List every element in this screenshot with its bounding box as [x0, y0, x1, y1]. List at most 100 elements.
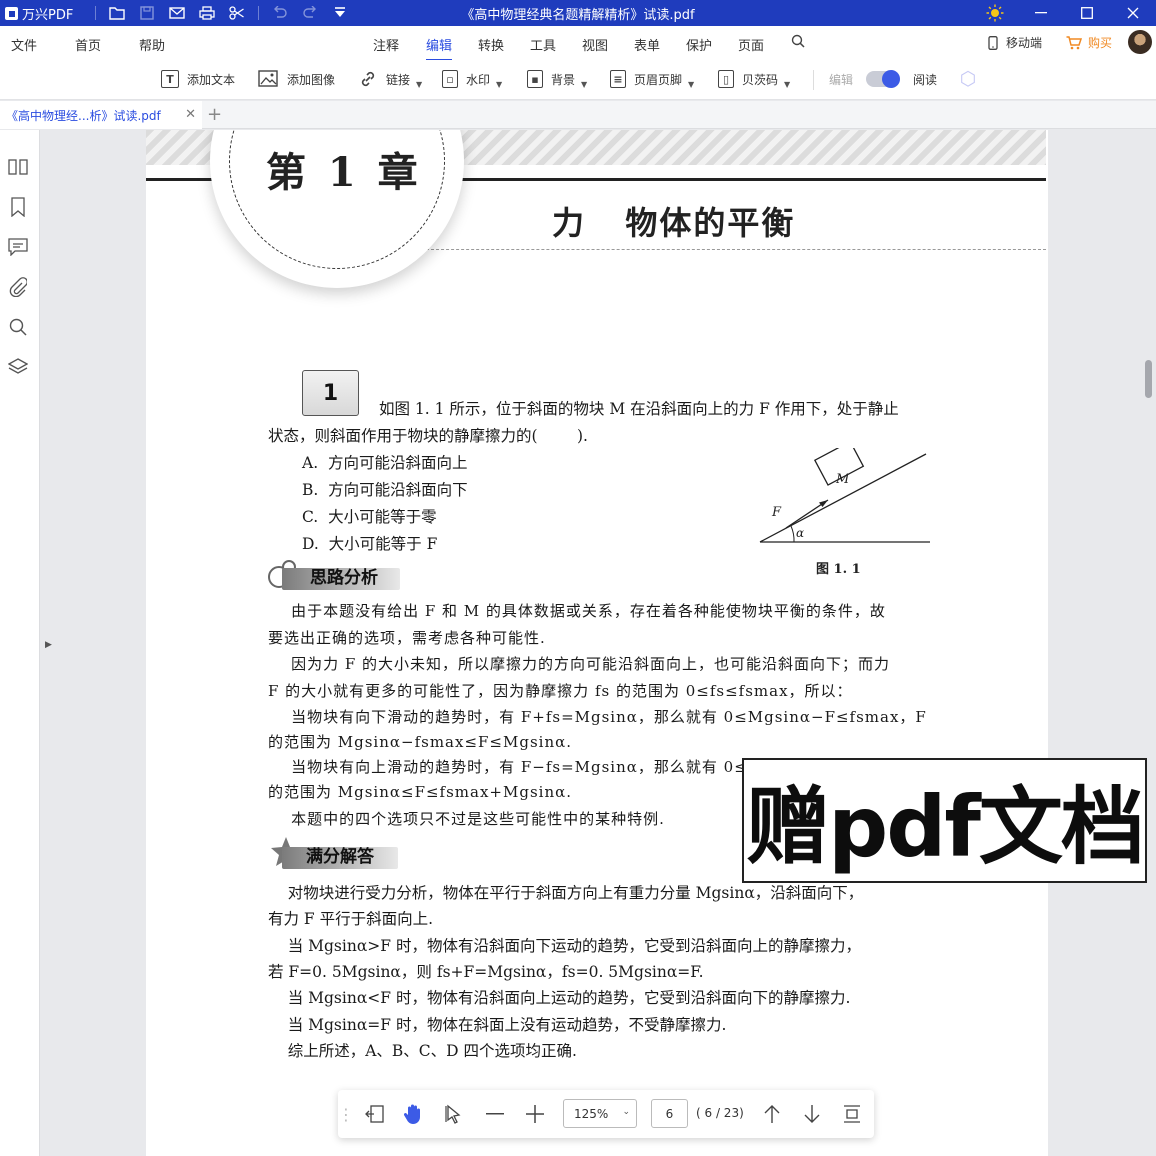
link-icon — [361, 71, 375, 87]
watermark-button[interactable]: ▫ 水印 ▼ — [442, 70, 502, 89]
chapter-label: 第 1 章 — [266, 149, 422, 196]
bottom-navigation: ⋮ 125% ⌄ 6 ( 6 / 23) — [338, 1090, 874, 1138]
header-footer-dropdown-icon[interactable]: ▼ — [688, 80, 694, 89]
buy-button[interactable]: 购买 — [1066, 34, 1112, 51]
layers-icon[interactable] — [7, 356, 29, 378]
analysis-line-4: F 的大小就有更多的可能性了，因为静摩擦力 fs 的范围为 0≤fs≤fsmax… — [268, 682, 853, 700]
nav-drag-handle-icon[interactable]: ⋮ — [338, 1100, 354, 1128]
zoom-in-icon[interactable] — [522, 1100, 548, 1128]
header-footer-label: 页眉页脚 — [634, 72, 683, 87]
add-text-label: 添加文本 — [187, 72, 236, 87]
menu-form[interactable]: 表单 — [634, 35, 660, 54]
menu-protect[interactable]: 保护 — [686, 35, 712, 54]
menu-search-icon[interactable] — [791, 34, 805, 52]
hand-tool-icon[interactable] — [400, 1100, 426, 1128]
answer-heading-label: 满分解答 — [306, 846, 374, 867]
header-footer-button[interactable]: ≡ 页眉页脚 ▼ — [610, 70, 694, 89]
plugin-hexagon-icon[interactable]: ⬡ — [958, 69, 978, 89]
menu-annotate[interactable]: 注释 — [373, 35, 399, 54]
answer-line-1: 对物块进行受力分析，物体在平行于斜面方向上有重力分量 Mgsinα，沿斜面向下， — [268, 884, 864, 902]
tab-close-icon[interactable]: ✕ — [185, 107, 196, 122]
vertical-scrollbar[interactable] — [1145, 360, 1152, 398]
search-icon[interactable] — [7, 316, 29, 338]
answer-heading: 满分解答 — [268, 841, 398, 869]
menu-tools[interactable]: 工具 — [530, 35, 556, 54]
zoom-value: 125% — [574, 1106, 609, 1121]
close-button[interactable] — [1110, 0, 1156, 26]
pdf-page: 第 1 章 力 物体的平衡 1 如图 1. 1 所示，位于斜面的物块 M 在沿斜… — [146, 130, 1048, 1156]
watermark-overlay: 赠pdf文档 — [742, 758, 1147, 883]
previous-page-icon[interactable] — [759, 1100, 785, 1128]
bates-button[interactable]: ▯ 贝茨码 ▼ — [718, 70, 790, 89]
next-page-icon[interactable] — [799, 1100, 825, 1128]
menu-view[interactable]: 视图 — [582, 35, 608, 54]
question-line-2: 状态，则斜面作用于物块的静摩擦力的( ). — [268, 427, 588, 445]
add-image-button[interactable]: 添加图像 — [258, 70, 335, 88]
document-tab[interactable]: 《高中物理经...析》试读.pdf ✕ — [0, 101, 202, 129]
print-icon[interactable] — [192, 0, 222, 26]
scissors-icon[interactable] — [222, 0, 252, 26]
menu-file[interactable]: 文件 — [11, 35, 37, 54]
zoom-select[interactable]: 125% ⌄ — [563, 1099, 637, 1128]
bates-label: 贝茨码 — [742, 72, 779, 87]
redo-icon[interactable] — [295, 0, 325, 26]
edit-toolbar: T 添加文本 添加图像 链接 ▼ ▫ 水印 ▼ ▪ 背景 ▼ ≡ 页眉页脚 ▼ … — [0, 60, 1156, 100]
bookmark-icon[interactable] — [7, 196, 29, 218]
fit-width-icon[interactable] — [362, 1100, 388, 1128]
new-tab-plus-icon[interactable]: + — [207, 104, 222, 125]
comment-icon[interactable] — [7, 236, 29, 258]
left-sidebar — [0, 130, 40, 1156]
background-button[interactable]: ▪ 背景 ▼ — [527, 70, 587, 89]
fit-page-icon[interactable] — [839, 1100, 865, 1128]
link-dropdown-icon[interactable]: ▼ — [416, 80, 422, 89]
analysis-line-2: 要选出正确的选项，需考虑各种可能性. — [268, 629, 546, 647]
option-a: A. 方向可能沿斜面向上 — [302, 454, 468, 472]
background-label: 背景 — [551, 72, 576, 87]
app-name: 万兴PDF — [22, 7, 74, 23]
avatar[interactable] — [1128, 30, 1152, 54]
menu-home[interactable]: 首页 — [75, 35, 101, 54]
bates-icon: ▯ — [718, 70, 734, 88]
page-number-input[interactable]: 6 — [651, 1099, 688, 1128]
watermark-dropdown-icon[interactable]: ▼ — [496, 80, 502, 89]
open-folder-icon[interactable] — [102, 0, 132, 26]
menu-convert[interactable]: 转换 — [478, 35, 504, 54]
answer-line-4: 若 F=0. 5Mgsinα，则 fs+F=Mgsinα，fs=0. 5Mgsi… — [268, 963, 704, 981]
attachment-icon[interactable] — [7, 276, 29, 298]
analysis-heading-label: 思路分析 — [310, 567, 378, 588]
quick-access-dropdown-icon[interactable] — [325, 0, 355, 26]
menu-edit[interactable]: 编辑 — [426, 35, 453, 61]
analysis-heading: 思路分析 — [268, 562, 402, 590]
bates-dropdown-icon[interactable]: ▼ — [784, 80, 790, 89]
undo-icon[interactable] — [265, 0, 295, 26]
read-mode-label: 阅读 — [913, 73, 938, 87]
mail-icon[interactable] — [162, 0, 192, 26]
page-count: ( 6 / 23) — [696, 1106, 744, 1120]
maximize-button[interactable] — [1064, 0, 1110, 26]
analysis-line-1: 由于本题没有给出 F 和 M 的具体数据或关系，存在着各种能使物块平衡的条件，故 — [268, 602, 886, 620]
sidebar-expand-icon[interactable]: ▶ — [45, 640, 52, 650]
cart-icon — [1066, 35, 1082, 49]
thumbnails-icon[interactable] — [7, 156, 29, 178]
save-icon[interactable] — [132, 0, 162, 26]
edit-read-toggle[interactable] — [866, 70, 900, 88]
header-footer-icon: ≡ — [610, 70, 626, 88]
link-button[interactable]: 链接 ▼ — [359, 70, 422, 89]
toolbar-divider — [813, 70, 814, 90]
question-number-box: 1 — [302, 370, 359, 416]
zoom-out-icon[interactable] — [482, 1100, 508, 1128]
document-tab-name: 《高中物理经...析》试读.pdf — [6, 108, 161, 123]
edit-mode-label: 编辑 — [829, 73, 854, 87]
select-tool-icon[interactable] — [441, 1100, 467, 1128]
answer-line-6: 当 Mgsinα=F 时，物体在斜面上没有运动趋势，不受静摩擦力. — [268, 1016, 727, 1034]
figure-force-label: F — [771, 505, 782, 520]
menu-bar: 文件 首页 帮助 注释 编辑 转换 工具 视图 表单 保护 页面 移动端 购买 — [0, 26, 1156, 61]
watermark-icon: ▫ — [442, 70, 458, 88]
menu-help[interactable]: 帮助 — [139, 35, 165, 54]
add-text-button[interactable]: T 添加文本 — [161, 70, 235, 88]
background-dropdown-icon[interactable]: ▼ — [581, 80, 587, 89]
minimize-button[interactable] — [1018, 0, 1064, 26]
menu-page[interactable]: 页面 — [738, 35, 764, 54]
theme-sun-icon[interactable] — [972, 0, 1018, 26]
mobile-button[interactable]: 移动端 — [988, 34, 1042, 51]
